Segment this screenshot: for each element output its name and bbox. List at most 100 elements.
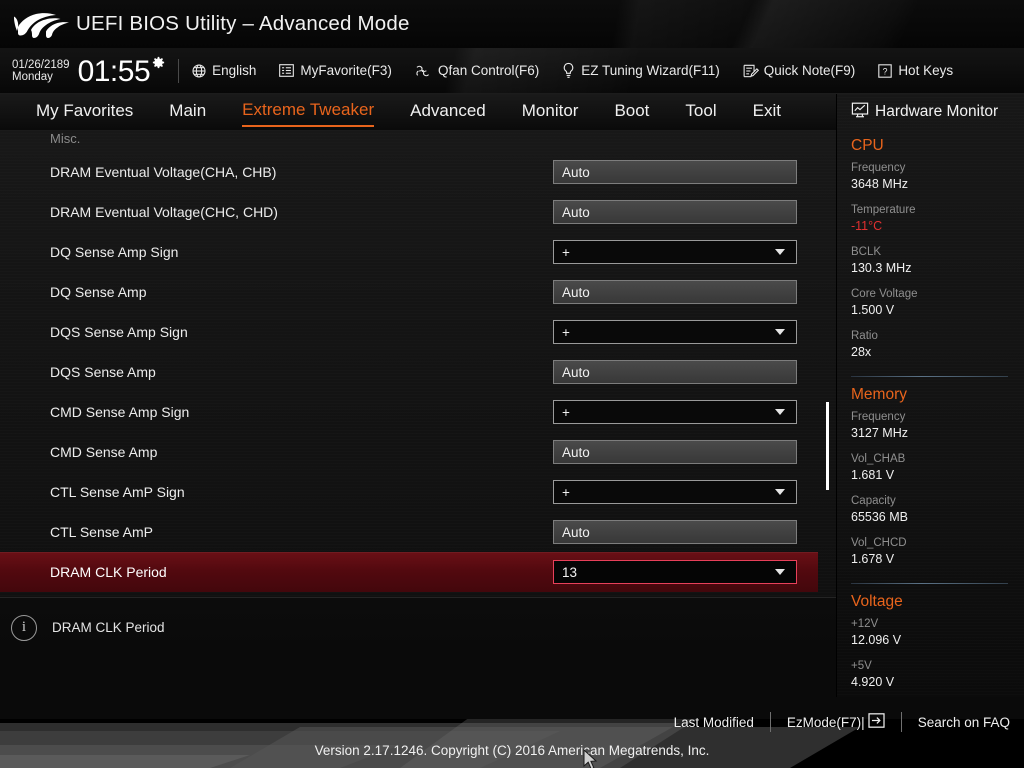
tab-main[interactable]: Main [169, 99, 206, 126]
top-toolbar: 01/26/2189 Monday 01:55 English [0, 48, 1024, 94]
hwm-metric-key: Frequency [851, 409, 938, 425]
datetime-block: 01/26/2189 Monday 01:55 [12, 55, 166, 87]
setting-row[interactable]: DQS Sense Amp Auto [0, 352, 836, 392]
hwm-metric: BCLK 130.3 MHz [851, 244, 938, 277]
tab-boot[interactable]: Boot [614, 99, 649, 126]
hwm-metric-value: 4.920 V [851, 674, 938, 691]
gear-icon[interactable] [151, 55, 166, 75]
list-icon [278, 63, 295, 78]
hwm-metric-key: Capacity [851, 493, 938, 509]
setting-value-input[interactable]: Auto [553, 160, 797, 184]
hwm-metric-key: Vol_CHAB [851, 451, 938, 467]
svg-text:?: ? [883, 66, 888, 76]
setting-row[interactable]: CMD Sense Amp Auto [0, 432, 836, 472]
hwm-metric: +12V 12.096 V [851, 616, 938, 649]
setting-value: Auto [554, 365, 590, 380]
toolbar-item-quick-note[interactable]: Quick Note(F9) [742, 63, 856, 79]
tab-extreme-tweaker[interactable]: Extreme Tweaker [242, 98, 374, 127]
search-on-faq-button[interactable]: Search on FAQ [918, 715, 1010, 730]
setting-label: CTL Sense AmP Sign [0, 484, 185, 500]
setting-value-dropdown[interactable]: + [553, 240, 797, 264]
setting-value: + [554, 485, 570, 500]
hwm-section-memory-title: Memory [851, 386, 1024, 404]
hwm-metric-key: Temperature [851, 202, 938, 218]
monitor-chart-icon [851, 102, 869, 123]
setting-row[interactable]: DQS Sense Amp Sign + [0, 312, 836, 352]
toolbar-item-myfavorite[interactable]: MyFavorite(F3) [278, 63, 392, 78]
tab-advanced[interactable]: Advanced [410, 99, 486, 126]
setting-value-dropdown[interactable]: + [553, 320, 797, 344]
setting-row[interactable]: DRAM Eventual Voltage(CHC, CHD) Auto [0, 192, 836, 232]
hwm-metric-value: 28x [851, 344, 938, 361]
setting-value: + [554, 405, 570, 420]
setting-label: DRAM Eventual Voltage(CHA, CHB) [0, 164, 276, 180]
setting-value-input[interactable]: Auto [553, 440, 797, 464]
setting-row-selected[interactable]: DRAM CLK Period 13 [0, 552, 818, 592]
tab-exit[interactable]: Exit [753, 99, 781, 126]
system-date: 01/26/2189 [12, 59, 70, 71]
footer-links: Last Modified EzMode(F7)| Search on FAQ [0, 697, 1024, 747]
tab-monitor[interactable]: Monitor [522, 99, 579, 126]
hwm-metric: Ratio 28x [851, 328, 938, 361]
footer-divider [901, 712, 902, 732]
setting-label: DRAM CLK Period [0, 564, 167, 580]
hwm-metric-value: 12.096 V [851, 632, 938, 649]
hwm-metric: Vol_CHCD 1.678 V [851, 535, 938, 568]
setting-value-input[interactable]: Auto [553, 280, 797, 304]
hwm-metric: Frequency 3648 MHz [851, 160, 938, 193]
hwm-metric: Temperature -11°C [851, 202, 938, 235]
system-weekday: Monday [12, 71, 70, 83]
setting-value-input[interactable]: Auto [553, 360, 797, 384]
setting-value: Auto [554, 205, 590, 220]
setting-label: CMD Sense Amp Sign [0, 404, 189, 420]
setting-value-input[interactable]: Auto [553, 200, 797, 224]
setting-value: Auto [554, 525, 590, 540]
hwm-divider [851, 583, 1008, 584]
setting-row[interactable]: CTL Sense AmP Auto [0, 512, 836, 552]
note-pencil-icon [742, 63, 759, 79]
setting-label: CMD Sense Amp [0, 444, 157, 460]
mouse-cursor [583, 749, 599, 768]
setting-row[interactable]: DQ Sense Amp Auto [0, 272, 836, 312]
hwm-metric-key: +12V [851, 616, 938, 632]
toolbar-item-label: Hot Keys [898, 63, 953, 78]
setting-value-dropdown[interactable]: + [553, 480, 797, 504]
info-icon: i [11, 615, 37, 641]
setting-value-input[interactable]: Auto [553, 520, 797, 544]
toolbar-item-hot-keys[interactable]: ? Hot Keys [877, 63, 953, 79]
hwm-section-cpu-title: CPU [851, 137, 1024, 155]
setting-row[interactable]: CMD Sense Amp Sign + [0, 392, 836, 432]
footer-divider [770, 712, 771, 732]
scrollbar-thumb[interactable] [826, 402, 829, 490]
ezmode-button[interactable]: EzMode(F7)| [787, 713, 885, 731]
setting-label: DQ Sense Amp [0, 284, 147, 300]
hwm-metric-key: BCLK [851, 244, 938, 260]
setting-label: DRAM Eventual Voltage(CHC, CHD) [0, 204, 278, 220]
tab-tool[interactable]: Tool [685, 99, 716, 126]
toolbar-item-ez-tuning-wizard[interactable]: EZ Tuning Wizard(F11) [561, 62, 720, 79]
setting-row[interactable]: DRAM Eventual Voltage(CHA, CHB) Auto [0, 152, 836, 192]
page-title: UEFI BIOS Utility – Advanced Mode [76, 12, 410, 36]
settings-scrollbar[interactable] [824, 130, 830, 597]
hwm-metric: Frequency 3127 MHz [851, 409, 938, 442]
hwm-metric: +5V 4.920 V [851, 658, 938, 691]
hwm-metric-value: 3648 MHz [851, 176, 938, 193]
setting-value-dropdown[interactable]: + [553, 400, 797, 424]
hwm-metric-key: Vol_CHCD [851, 535, 938, 551]
tab-my-favorites[interactable]: My Favorites [36, 99, 133, 126]
setting-row[interactable]: CTL Sense AmP Sign + [0, 472, 836, 512]
bulb-icon [561, 62, 576, 79]
setting-value-dropdown[interactable]: 13 [553, 560, 797, 584]
toolbar-item-qfan-control[interactable]: Qfan Control(F6) [414, 63, 539, 79]
hwm-metric-value: 130.3 MHz [851, 260, 938, 277]
setting-row[interactable]: DQ Sense Amp Sign + [0, 232, 836, 272]
hwm-metric: Capacity 65536 MB [851, 493, 938, 526]
help-bar: i DRAM CLK Period [0, 597, 836, 657]
setting-value: + [554, 245, 570, 260]
question-key-icon: ? [877, 63, 893, 79]
settings-panel: Misc. DRAM Eventual Voltage(CHA, CHB) Au… [0, 130, 836, 597]
bios-screen: UEFI BIOS Utility – Advanced Mode 01/26/… [0, 0, 1024, 768]
last-modified-button[interactable]: Last Modified [674, 715, 754, 730]
toolbar-item-language[interactable]: English [191, 63, 256, 79]
setting-value: + [554, 325, 570, 340]
